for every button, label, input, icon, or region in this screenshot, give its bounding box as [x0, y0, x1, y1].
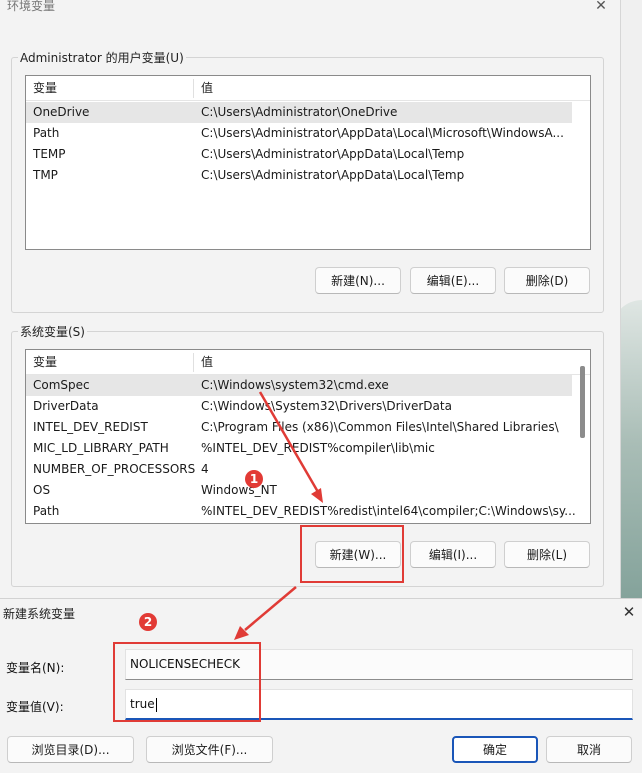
variable-value-field[interactable]: true: [125, 689, 633, 720]
variable-name: OneDrive: [33, 105, 90, 119]
variable-name: Path: [33, 504, 60, 518]
browse-directory-button[interactable]: 浏览目录(D)...: [7, 736, 134, 763]
user-delete-button[interactable]: 删除(D): [504, 267, 590, 294]
variable-value: C:\Windows\System32\Drivers\DriverData: [201, 399, 452, 413]
system-variable-row[interactable]: OS Windows_NT: [26, 480, 572, 501]
variable-name: NUMBER_OF_PROCESSORS: [33, 462, 196, 476]
variable-value: C:\Program Files (x86)\Common Files\Inte…: [201, 420, 559, 434]
column-divider[interactable]: [193, 79, 194, 98]
variable-name: TMP: [33, 168, 58, 182]
column-divider[interactable]: [193, 353, 194, 372]
variable-value: C:\Windows\system32\cmd.exe: [201, 378, 389, 392]
variable-name: DriverData: [33, 399, 99, 413]
variable-value: C:\Users\Administrator\AppData\Local\Mic…: [201, 126, 564, 140]
user-variables-label: Administrator 的用户变量(U): [18, 49, 186, 66]
system-variables-label: 系统变量(S): [18, 323, 87, 340]
variable-name-label: 变量名(N):: [6, 661, 65, 675]
window-title: 环境变量: [7, 0, 56, 13]
variable-value-label: 变量值(V):: [6, 700, 64, 714]
text-cursor: [155, 697, 157, 712]
column-header-variable[interactable]: 变量: [33, 350, 57, 374]
system-variable-row[interactable]: INTEL_DEV_REDIST C:\Program Files (x86)\…: [26, 417, 572, 438]
ok-button[interactable]: 确定: [452, 736, 538, 763]
variable-name: TEMP: [33, 147, 66, 161]
variable-value: C:\Users\Administrator\AppData\Local\Tem…: [201, 168, 465, 182]
variable-name: OS: [33, 483, 51, 497]
user-new-button[interactable]: 新建(N)...: [315, 267, 401, 294]
variable-name: Path: [33, 126, 60, 140]
list-header: 变量 值: [26, 76, 590, 101]
variable-value: 4: [201, 462, 209, 476]
browse-file-button[interactable]: 浏览文件(F)...: [146, 736, 273, 763]
variable-name-field[interactable]: NOLICENSECHECK: [125, 649, 633, 680]
dialog-title: 新建系统变量: [3, 607, 76, 621]
user-edit-button[interactable]: 编辑(E)...: [410, 267, 496, 294]
user-variable-row[interactable]: TEMP C:\Users\Administrator\AppData\Loca…: [26, 144, 572, 165]
user-variable-row[interactable]: Path C:\Users\Administrator\AppData\Loca…: [26, 123, 572, 144]
step-badge: 2: [139, 613, 157, 631]
variable-name: INTEL_DEV_REDIST: [33, 420, 148, 434]
user-variable-row[interactable]: OneDrive C:\Users\Administrator\OneDrive: [26, 102, 572, 123]
list-header: 变量 值: [26, 350, 590, 375]
variable-value: C:\Users\Administrator\AppData\Local\Tem…: [201, 147, 465, 161]
close-icon[interactable]: ✕: [590, 0, 612, 14]
system-new-button[interactable]: 新建(W)...: [315, 541, 401, 568]
variable-value: %INTEL_DEV_REDIST%redist\intel64\compile…: [201, 504, 576, 518]
variable-name: ComSpec: [33, 378, 90, 392]
system-variable-row[interactable]: DriverData C:\Windows\System32\Drivers\D…: [26, 396, 572, 417]
variable-value-text: true: [130, 697, 155, 711]
close-icon[interactable]: ✕: [620, 603, 638, 621]
system-variables-list[interactable]: 变量 值 ComSpec C:\Windows\system32\cmd.exe…: [25, 349, 591, 524]
system-delete-button[interactable]: 删除(L): [504, 541, 590, 568]
column-header-value[interactable]: 值: [201, 350, 213, 374]
system-variable-row[interactable]: ComSpec C:\Windows\system32\cmd.exe: [26, 375, 572, 396]
user-variable-row[interactable]: TMP C:\Users\Administrator\AppData\Local…: [26, 165, 572, 186]
new-system-variable-dialog: 新建系统变量 ✕ 变量名(N): NOLICENSECHECK 变量值(V): …: [0, 598, 642, 773]
variable-name: MIC_LD_LIBRARY_PATH: [33, 441, 169, 455]
user-variables-list[interactable]: 变量 值 OneDrive C:\Users\Administrator\One…: [25, 75, 591, 250]
cancel-button[interactable]: 取消: [546, 736, 632, 763]
column-header-variable[interactable]: 变量: [33, 76, 57, 100]
system-variable-row[interactable]: Path %INTEL_DEV_REDIST%redist\intel64\co…: [26, 501, 576, 522]
step-badge: 1: [245, 470, 263, 488]
system-edit-button[interactable]: 编辑(I)...: [410, 541, 496, 568]
vertical-scrollbar[interactable]: [580, 366, 585, 438]
system-variable-row[interactable]: MIC_LD_LIBRARY_PATH %INTEL_DEV_REDIST%co…: [26, 438, 572, 459]
variable-value: Windows_NT: [201, 483, 277, 497]
column-header-value[interactable]: 值: [201, 76, 213, 100]
environment-variables-window: 环境变量 ✕ Administrator 的用户变量(U) 变量 值 OneDr…: [0, 0, 621, 600]
system-variable-row[interactable]: NUMBER_OF_PROCESSORS 4: [26, 459, 572, 480]
variable-value: %INTEL_DEV_REDIST%compiler\lib\mic: [201, 441, 435, 455]
variable-value: C:\Users\Administrator\OneDrive: [201, 105, 398, 119]
